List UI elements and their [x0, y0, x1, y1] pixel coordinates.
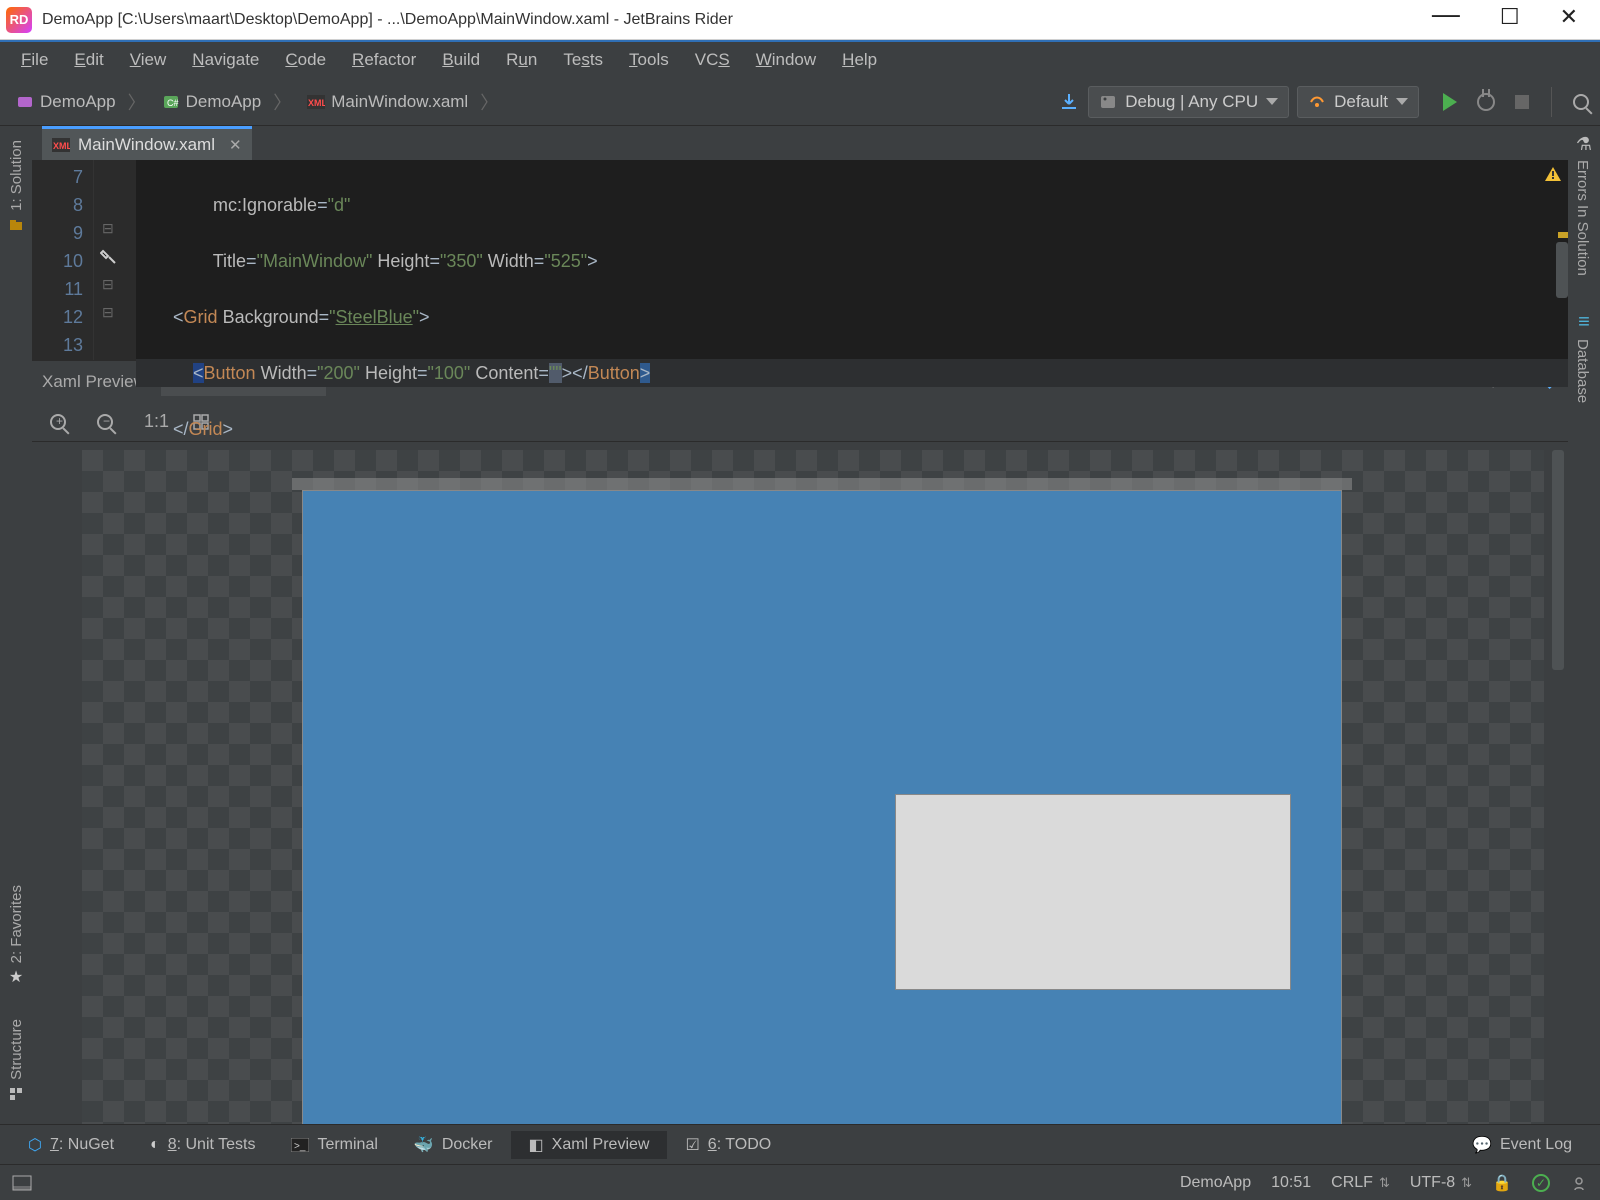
line-numbers: 78910111213 [32, 160, 94, 360]
tool-structure[interactable]: Structure [6, 1013, 26, 1104]
crumb-solution[interactable]: DemoApp〉 [8, 87, 154, 117]
tab-close-icon[interactable]: ✕ [229, 136, 242, 154]
build-icon[interactable] [100, 248, 118, 266]
bottom-tool-strip: ⬡7: NuGet ◐8: Unit Tests >_Terminal 🐳Doc… [0, 1124, 1600, 1164]
window-title: DemoApp [C:\Users\maart\Desktop\DemoApp]… [42, 11, 1432, 29]
tool-nuget[interactable]: ⬡7: NuGet [10, 1131, 132, 1159]
tool-database[interactable]: ≡ Database [1574, 313, 1594, 408]
tool-favorites[interactable]: 2: Favorites ★ [6, 879, 26, 987]
maximize-button[interactable]: ☐ [1500, 4, 1520, 36]
debug-button[interactable] [1475, 91, 1497, 113]
left-tool-strip: 1: Solution 2: Favorites ★ Structure [0, 126, 32, 1124]
editor-tab-mainwindow[interactable]: XML MainWindow.xaml ✕ [42, 126, 252, 160]
menu-window[interactable]: Window [743, 46, 829, 74]
menu-file[interactable]: File [8, 46, 61, 74]
editor-tabs: XML MainWindow.xaml ✕ [32, 126, 1568, 160]
lock-icon[interactable]: 🔒 [1492, 1173, 1512, 1193]
preview-label: Xaml Preview: [42, 372, 151, 392]
menu-tools[interactable]: Tools [616, 46, 682, 74]
zoom-out-icon[interactable]: − [97, 414, 122, 430]
crumb-file[interactable]: XML MainWindow.xaml〉 [299, 87, 506, 117]
memory-icon[interactable] [1570, 1174, 1588, 1192]
database-icon: ≡ [1574, 313, 1594, 333]
inspection-ok-icon[interactable]: ✓ [1532, 1174, 1550, 1192]
menu-view[interactable]: View [117, 46, 180, 74]
zoom-in-icon[interactable]: + [50, 414, 75, 430]
stop-button[interactable] [1511, 91, 1533, 113]
minimize-button[interactable]: — [1432, 0, 1460, 30]
chevron-down-icon [1266, 98, 1278, 105]
event-log[interactable]: 💬Event Log [1454, 1131, 1590, 1159]
status-caret-pos[interactable]: 10:51 [1271, 1174, 1311, 1192]
tool-docker[interactable]: 🐳Docker [396, 1131, 511, 1159]
preview-canvas[interactable] [32, 442, 1568, 1124]
menu-help[interactable]: Help [829, 46, 890, 74]
marker-stripe[interactable] [1558, 232, 1568, 238]
editor-scrollbar[interactable] [1556, 242, 1568, 298]
close-button[interactable]: ✕ [1560, 4, 1578, 36]
gutter[interactable]: ⊟ ⊟ ⊟ [94, 160, 136, 360]
flask-icon: ⚗ [1574, 134, 1594, 154]
tool-unit-tests[interactable]: ◐8: Unit Tests [132, 1132, 273, 1158]
window-titlebar: RD DemoApp [C:\Users\maart\Desktop\DemoA… [0, 0, 1600, 40]
search-everywhere-icon[interactable] [1570, 91, 1592, 113]
svg-text:XML: XML [308, 98, 325, 108]
menu-tests[interactable]: Tests [550, 46, 616, 74]
status-panel-icon[interactable] [12, 1175, 32, 1191]
chevron-down-icon [1396, 98, 1408, 105]
warning-icon[interactable] [1544, 166, 1562, 182]
tool-xaml-preview[interactable]: ◧Xaml Preview [511, 1131, 668, 1159]
tool-terminal[interactable]: >_Terminal [273, 1132, 395, 1158]
preview-window [302, 490, 1342, 1124]
menu-refactor[interactable]: Refactor [339, 46, 429, 74]
code-editor[interactable]: 78910111213 ⊟ ⊟ ⊟ mc:Ignorable="d" Title… [32, 160, 1568, 360]
status-context[interactable]: DemoApp [1180, 1174, 1251, 1192]
download-icon[interactable] [1058, 91, 1080, 113]
preview-button [895, 794, 1291, 990]
svg-text:C#: C# [167, 98, 179, 108]
breadcrumbs: DemoApp〉 C# DemoApp〉 XML MainWindow.xaml… [8, 87, 506, 117]
menu-build[interactable]: Build [429, 46, 493, 74]
menu-navigate[interactable]: Navigate [179, 46, 272, 74]
run-config-selector[interactable]: Debug | Any CPU [1088, 86, 1289, 118]
svg-text:>_: >_ [294, 1141, 306, 1152]
menu-run[interactable]: Run [493, 46, 550, 74]
status-bar: DemoApp 10:51 CRLF UTF-8 🔒 ✓ [0, 1164, 1600, 1200]
app-icon: RD [6, 7, 32, 33]
editor-tab-label: MainWindow.xaml [78, 135, 215, 155]
svg-text:XML: XML [53, 141, 70, 151]
menu-code[interactable]: Code [272, 46, 339, 74]
toolbar: DemoApp〉 C# DemoApp〉 XML MainWindow.xaml… [0, 78, 1600, 126]
menu-vcs[interactable]: VCS [682, 46, 743, 74]
run-button[interactable] [1439, 91, 1461, 113]
right-tool-strip: ⚗ Errors In Solution ≡ Database [1568, 126, 1600, 1124]
run-target-selector[interactable]: Default [1297, 86, 1419, 118]
preview-scrollbar[interactable] [1552, 450, 1564, 670]
status-line-ending[interactable]: CRLF [1331, 1174, 1390, 1192]
tool-solution[interactable]: 1: Solution [6, 134, 26, 235]
crumb-project[interactable]: C# DemoApp〉 [154, 87, 300, 117]
tool-todo[interactable]: ☑6: TODO [667, 1131, 789, 1159]
status-encoding[interactable]: UTF-8 [1410, 1174, 1472, 1192]
menu-edit[interactable]: Edit [61, 46, 116, 74]
tool-errors[interactable]: ⚗ Errors In Solution [1574, 134, 1594, 281]
code-content[interactable]: mc:Ignorable="d" Title="MainWindow" Heig… [136, 160, 1568, 360]
menu-bar: File Edit View Navigate Code Refactor Bu… [0, 42, 1600, 78]
